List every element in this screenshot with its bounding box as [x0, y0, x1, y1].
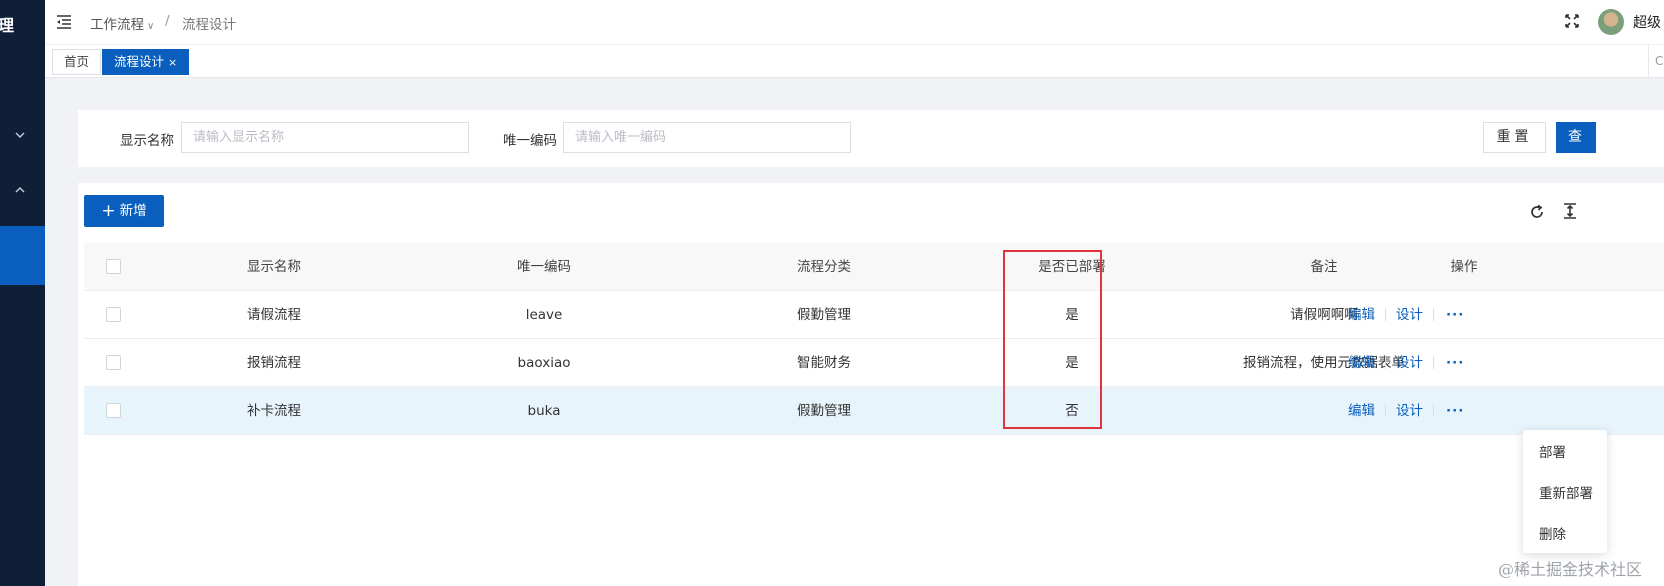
table-row: 补卡流程 buka 假勤管理 否 编辑 设计 ···	[84, 387, 1664, 435]
cell-name: 报销流程	[247, 355, 301, 371]
tabs-bar: 首页 流程设计 × C	[45, 45, 1664, 78]
column-header-category: 流程分类	[797, 259, 851, 275]
design-link[interactable]: 设计	[1396, 403, 1423, 419]
watermark: @稀土掘金技术社区	[1498, 560, 1643, 579]
table-row: 请假流程 leave 假勤管理 是 请假啊啊啊 编辑 设计 ···	[84, 291, 1664, 339]
refresh-icon[interactable]	[1528, 203, 1546, 221]
menu-item-delete[interactable]: 删除	[1539, 523, 1566, 543]
sidebar-item-active[interactable]	[0, 226, 45, 285]
table-header: 显示名称 唯一编码 流程分类 是否已部署 备注 操作	[84, 243, 1664, 291]
menu-fold-icon[interactable]	[55, 13, 73, 31]
cell-category: 假勤管理	[797, 403, 851, 419]
divider	[1385, 404, 1386, 417]
column-header-name: 显示名称	[247, 259, 301, 275]
more-actions-dropdown: 部署 重新部署 删除	[1523, 430, 1607, 553]
cell-category: 假勤管理	[797, 307, 851, 323]
column-header-remark: 备注	[1310, 259, 1338, 275]
more-icon[interactable]: ···	[1446, 403, 1464, 419]
divider	[1433, 308, 1434, 321]
menu-item-deploy[interactable]: 部署	[1539, 441, 1566, 461]
edit-link[interactable]: 编辑	[1348, 355, 1375, 371]
code-input[interactable]	[563, 122, 851, 153]
cell-name: 请假流程	[247, 307, 301, 323]
tab-process-design[interactable]: 流程设计 ×	[102, 49, 190, 75]
edit-link[interactable]: 编辑	[1348, 403, 1375, 419]
reset-button[interactable]: 重置	[1483, 122, 1546, 153]
data-table: 显示名称 唯一编码 流程分类 是否已部署 备注 操作 请假流程 leave 假勤…	[84, 243, 1664, 435]
row-actions: 编辑 设计 ···	[1348, 387, 1464, 435]
row-actions: 编辑 设计 ···	[1348, 339, 1464, 387]
code-label: 唯一编码	[503, 133, 557, 149]
search-form: 显示名称 唯一编码 重置 查	[78, 110, 1664, 167]
fullscreen-icon[interactable]	[1563, 12, 1581, 30]
divider	[1385, 356, 1386, 369]
design-link[interactable]: 设计	[1396, 355, 1423, 371]
table-card: + 新增 显示名称 唯一编码 流程分类 是否已部署 备注 操作 请假流程 leav…	[78, 183, 1664, 586]
annotation-highlight-box	[1003, 250, 1102, 429]
table-row: 报销流程 baoxiao 智能财务 是 报销流程，使用元数据表单 编辑 设计 ···	[84, 339, 1664, 387]
design-link[interactable]: 设计	[1396, 307, 1423, 323]
chevron-down-icon[interactable]	[13, 129, 27, 143]
top-bar: 工作流程 ∨ / 流程设计 超级	[45, 0, 1664, 45]
row-checkbox[interactable]	[106, 403, 121, 418]
avatar[interactable]	[1598, 9, 1624, 35]
query-button[interactable]: 查	[1556, 122, 1596, 153]
name-label: 显示名称	[120, 133, 174, 149]
breadcrumb-current: 流程设计	[182, 17, 236, 33]
add-label: 新增	[119, 203, 147, 219]
row-checkbox[interactable]	[106, 355, 121, 370]
breadcrumb-item-workflow[interactable]: 工作流程 ∨	[90, 13, 154, 33]
name-input[interactable]	[181, 122, 469, 153]
breadcrumb-label: 工作流程	[90, 17, 144, 33]
cell-code: buka	[527, 403, 561, 419]
chevron-down-icon: ∨	[147, 21, 155, 32]
cell-code: baoxiao	[517, 355, 571, 371]
cell-code: leave	[525, 307, 563, 323]
row-checkbox[interactable]	[106, 307, 121, 322]
menu-item-redeploy[interactable]: 重新部署	[1539, 482, 1593, 502]
column-header-ops: 操作	[1450, 259, 1478, 275]
close-icon[interactable]: ×	[168, 56, 177, 69]
cell-category: 智能财务	[797, 355, 851, 371]
row-actions: 编辑 设计 ···	[1348, 291, 1464, 339]
sidebar: 理	[0, 0, 45, 586]
more-icon[interactable]: ···	[1446, 307, 1464, 323]
username[interactable]: 超级	[1633, 12, 1661, 32]
sidebar-title: 理	[0, 16, 15, 35]
divider	[1385, 308, 1386, 321]
cell-name: 补卡流程	[247, 403, 301, 419]
select-all-checkbox[interactable]	[106, 259, 121, 274]
column-header-code: 唯一编码	[517, 259, 571, 275]
tabs-menu-button[interactable]: C	[1648, 45, 1664, 77]
more-icon[interactable]: ···	[1446, 355, 1464, 371]
chevron-up-icon[interactable]	[13, 184, 27, 198]
tab-home[interactable]: 首页	[52, 49, 102, 75]
tab-label: 流程设计	[114, 54, 165, 69]
plus-icon: +	[101, 201, 116, 221]
tab-label: 首页	[64, 54, 90, 69]
divider	[1433, 404, 1434, 417]
breadcrumb-separator: /	[165, 13, 170, 29]
divider	[1433, 356, 1434, 369]
edit-link[interactable]: 编辑	[1348, 307, 1375, 323]
column-height-icon[interactable]	[1561, 202, 1579, 220]
add-button[interactable]: + 新增	[84, 195, 164, 227]
